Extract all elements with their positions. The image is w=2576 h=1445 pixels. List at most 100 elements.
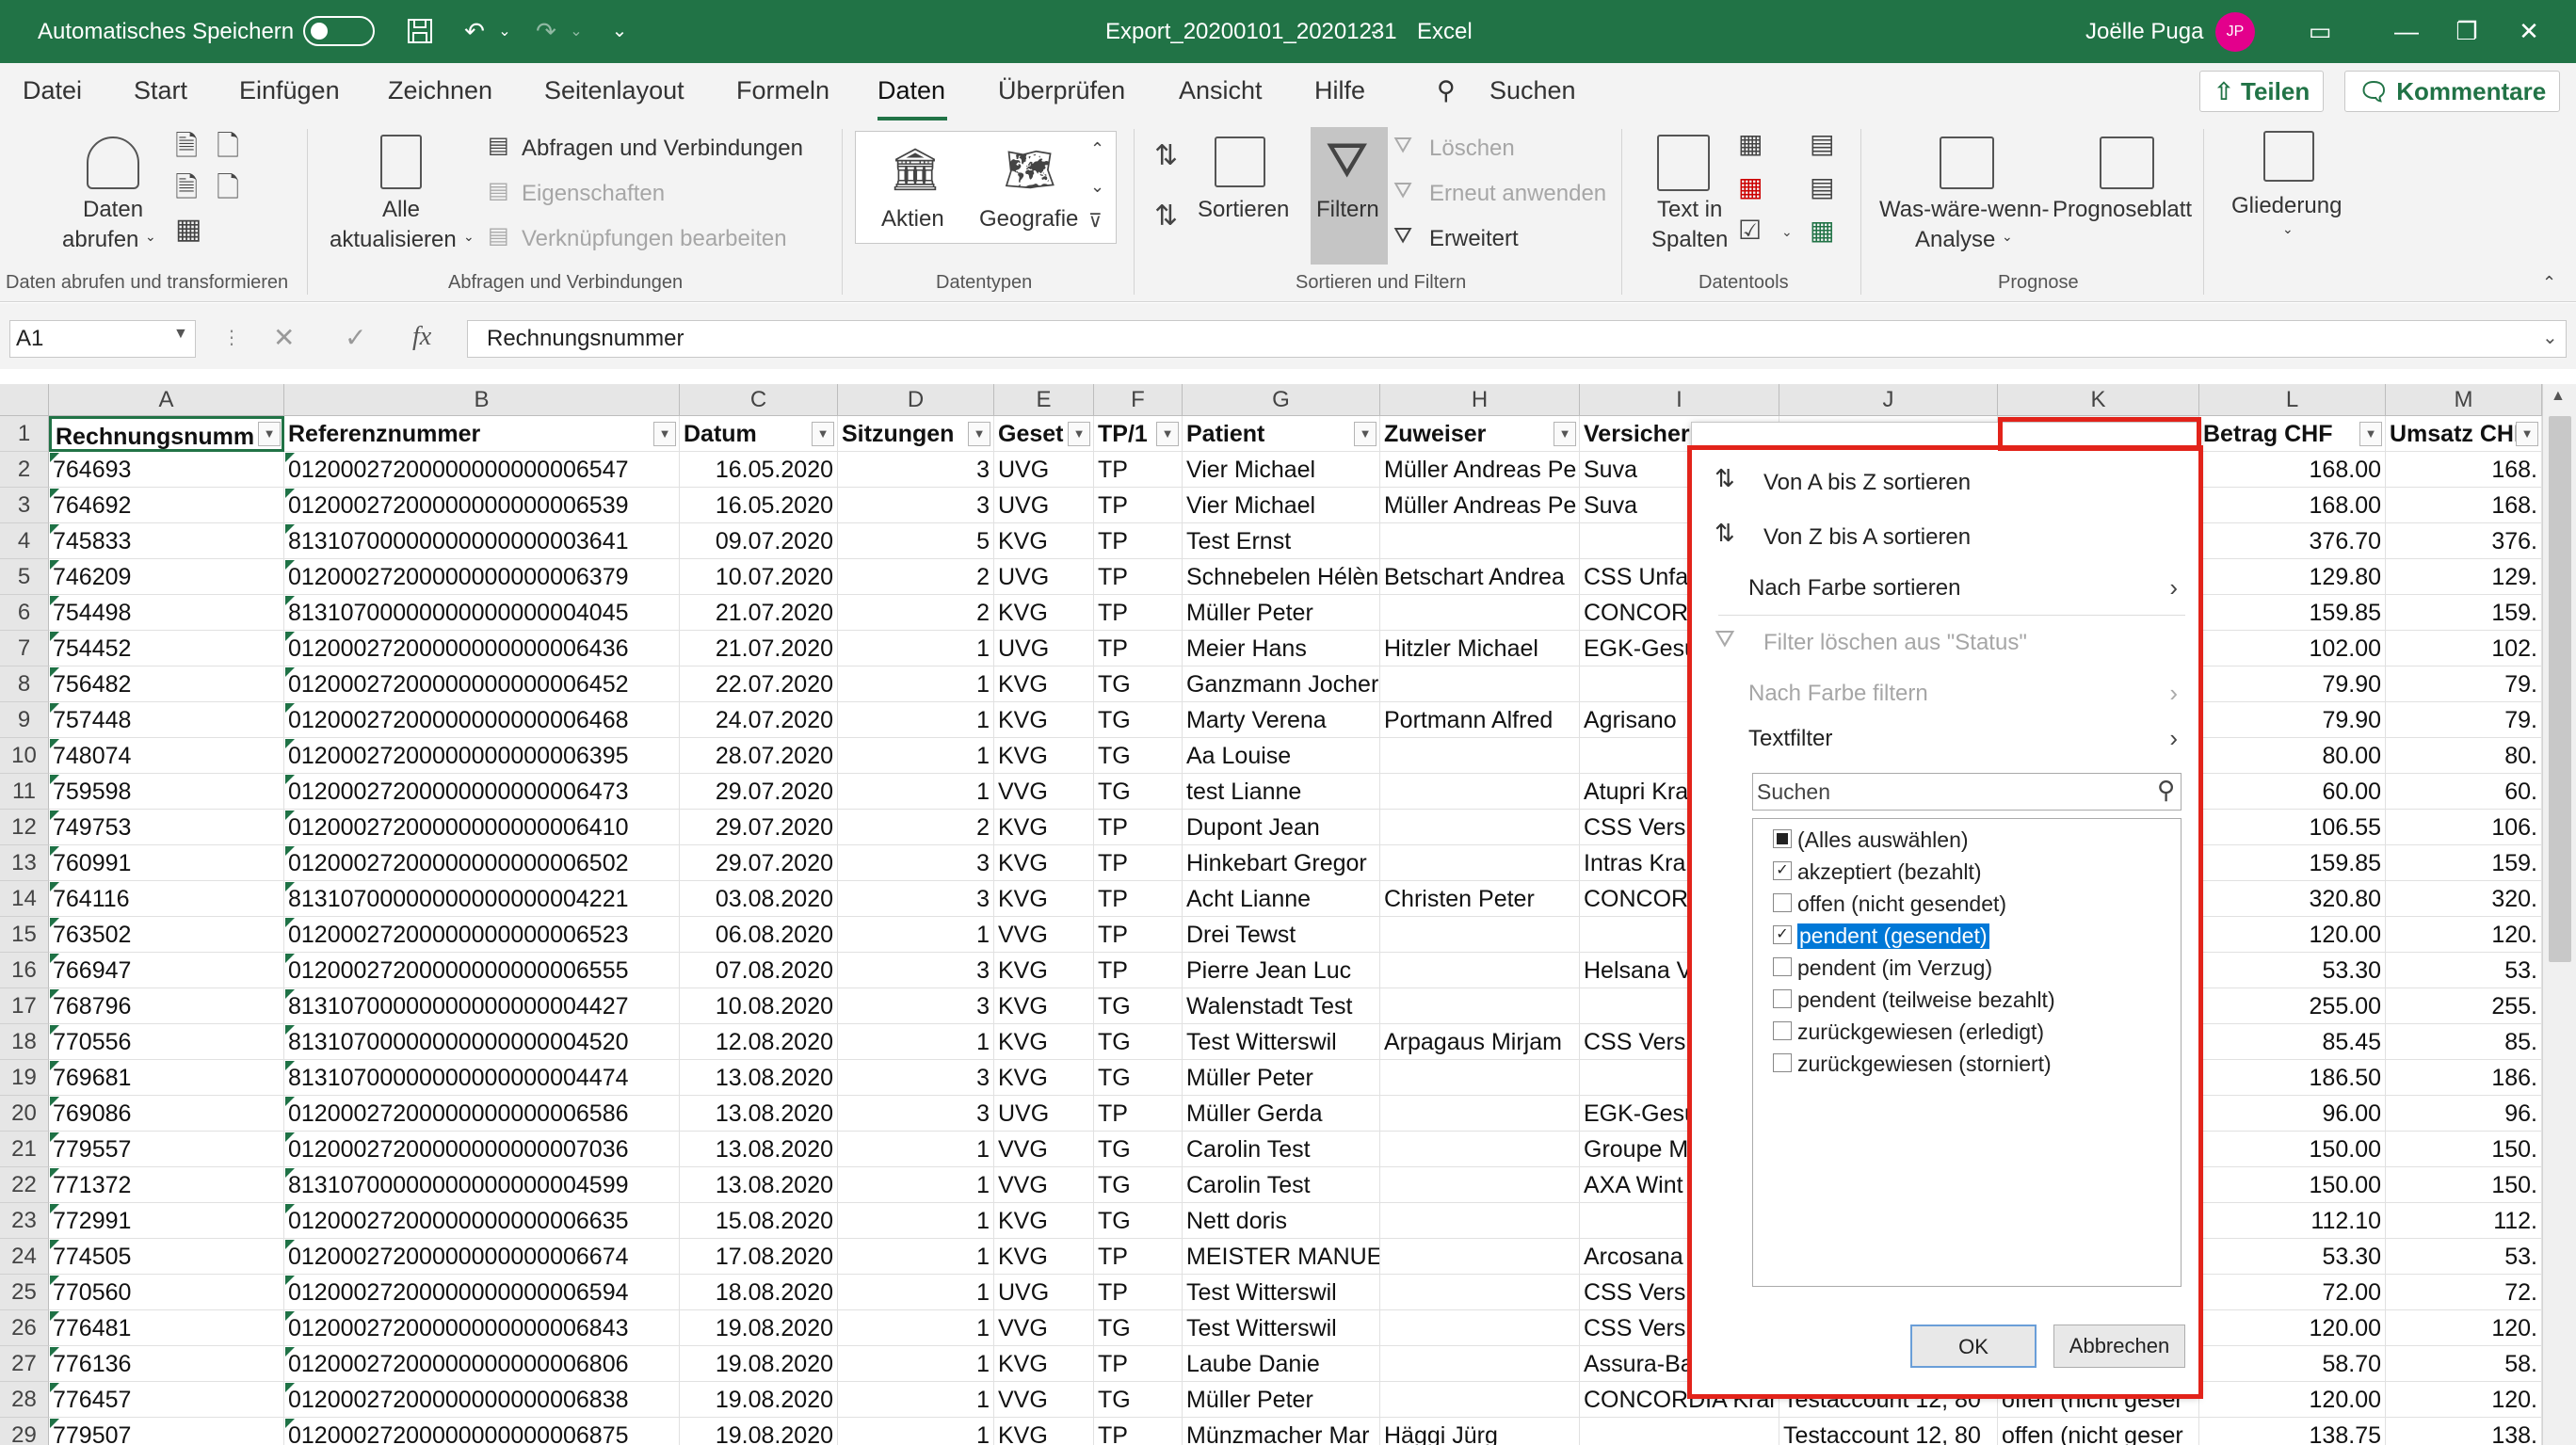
- table-cell[interactable]: 764692: [49, 488, 284, 523]
- table-cell[interactable]: Nett doris: [1183, 1203, 1380, 1239]
- table-cell[interactable]: 81310700000000000000003641: [284, 523, 680, 559]
- column-header-a[interactable]: A: [49, 384, 284, 416]
- table-cell[interactable]: 120.: [2386, 1382, 2542, 1418]
- table-cell[interactable]: 771372: [49, 1167, 284, 1203]
- what-if-label-2[interactable]: Analyse: [1915, 227, 1995, 253]
- table-cell[interactable]: 19.08.2020: [680, 1346, 838, 1382]
- table-cell[interactable]: 772991: [49, 1203, 284, 1239]
- table-cell[interactable]: 1: [838, 631, 994, 666]
- table-cell[interactable]: 776136: [49, 1346, 284, 1382]
- table-cell[interactable]: 80.: [2386, 738, 2542, 774]
- tab-ansicht[interactable]: Ansicht: [1179, 76, 1263, 105]
- table-cell[interactable]: Müller Andreas Pe: [1380, 452, 1580, 488]
- table-cell[interactable]: 1: [838, 1132, 994, 1167]
- table-cell[interactable]: [1380, 810, 1580, 845]
- row-header[interactable]: 9: [0, 702, 49, 738]
- table-cell[interactable]: 5: [838, 523, 994, 559]
- table-cell[interactable]: 01200027200000000000006635: [284, 1203, 680, 1239]
- from-table-icon[interactable]: 🗎: [175, 174, 198, 202]
- table-cell[interactable]: 1: [838, 1239, 994, 1275]
- scroll-up-icon[interactable]: ▲: [2551, 388, 2566, 405]
- table-cell[interactable]: 07.08.2020: [680, 953, 838, 988]
- row-header[interactable]: 5: [0, 559, 49, 595]
- table-cell[interactable]: 01200027200000000000006468: [284, 702, 680, 738]
- table-cell[interactable]: [1380, 523, 1580, 559]
- table-cell[interactable]: 79.: [2386, 702, 2542, 738]
- filter-option-checkbox[interactable]: ✓: [1773, 861, 1792, 880]
- table-cell[interactable]: 120.00: [2199, 1382, 2386, 1418]
- table-cell[interactable]: 764693: [49, 452, 284, 488]
- table-cell[interactable]: 01200027200000000000006875: [284, 1418, 680, 1445]
- row-header[interactable]: 29: [0, 1418, 49, 1445]
- table-cell[interactable]: 81310700000000000000004221: [284, 881, 680, 917]
- table-cell[interactable]: 102.00: [2199, 631, 2386, 666]
- table-cell[interactable]: [1380, 917, 1580, 953]
- table-cell[interactable]: KVG: [994, 1346, 1094, 1382]
- table-cell[interactable]: [1380, 666, 1580, 702]
- table-cell[interactable]: 29.07.2020: [680, 810, 838, 845]
- table-cell[interactable]: 756482: [49, 666, 284, 702]
- table-cell[interactable]: 16.05.2020: [680, 452, 838, 488]
- row-header[interactable]: 18: [0, 1024, 49, 1060]
- tab-formeln[interactable]: Formeln: [736, 76, 829, 105]
- refresh-label-1[interactable]: Alle: [382, 197, 420, 223]
- table-cell[interactable]: TG: [1094, 1024, 1183, 1060]
- header-cell[interactable]: Patient: [1183, 416, 1380, 452]
- table-cell[interactable]: 01200027200000000000006843: [284, 1310, 680, 1346]
- table-cell[interactable]: 16.05.2020: [680, 488, 838, 523]
- table-cell[interactable]: 01200027200000000000006436: [284, 631, 680, 666]
- search-icon[interactable]: ⚲: [1437, 76, 1456, 105]
- table-cell[interactable]: KVG: [994, 523, 1094, 559]
- table-cell[interactable]: UVG: [994, 631, 1094, 666]
- table-cell[interactable]: TP: [1094, 810, 1183, 845]
- table-cell[interactable]: KVG: [994, 738, 1094, 774]
- table-cell[interactable]: 17.08.2020: [680, 1239, 838, 1275]
- filter-option-checkbox[interactable]: [1773, 957, 1792, 976]
- table-cell[interactable]: 06.08.2020: [680, 917, 838, 953]
- table-cell[interactable]: Portmann Alfred: [1380, 702, 1580, 738]
- table-cell[interactable]: Carolin Test: [1183, 1167, 1380, 1203]
- table-cell[interactable]: 13.08.2020: [680, 1167, 838, 1203]
- table-cell[interactable]: TG: [1094, 702, 1183, 738]
- select-all-corner[interactable]: [0, 384, 49, 416]
- enter-icon[interactable]: ✓: [345, 322, 366, 353]
- what-if-label-1[interactable]: Was-wäre-wenn-: [1879, 197, 2049, 223]
- redo-icon[interactable]: ↷: [527, 0, 565, 63]
- table-cell[interactable]: 754498: [49, 595, 284, 631]
- table-cell[interactable]: 774505: [49, 1239, 284, 1275]
- table-cell[interactable]: Hitzler Michael: [1380, 631, 1580, 666]
- row-header[interactable]: 24: [0, 1239, 49, 1275]
- table-cell[interactable]: [1380, 1310, 1580, 1346]
- table-cell[interactable]: Müller Peter: [1183, 595, 1380, 631]
- filter-dropdown-button[interactable]: ▼: [258, 422, 281, 446]
- table-cell[interactable]: 3: [838, 881, 994, 917]
- name-box[interactable]: A1: [9, 320, 196, 358]
- table-cell[interactable]: 53.30: [2199, 1239, 2386, 1275]
- relationships-icon[interactable]: ▤: [1810, 174, 1834, 201]
- table-cell[interactable]: 770556: [49, 1024, 284, 1060]
- filter-dropdown-button[interactable]: ▼: [812, 422, 834, 446]
- table-cell[interactable]: 120.00: [2199, 917, 2386, 953]
- table-cell[interactable]: Münzmacher Mar: [1183, 1418, 1380, 1445]
- table-cell[interactable]: 1: [838, 917, 994, 953]
- table-cell[interactable]: 58.: [2386, 1346, 2542, 1382]
- table-cell[interactable]: [1380, 1346, 1580, 1382]
- insert-function-icon[interactable]: fx: [412, 322, 431, 352]
- table-cell[interactable]: TG: [1094, 666, 1183, 702]
- table-cell[interactable]: 255.00: [2199, 988, 2386, 1024]
- chevron-down-icon[interactable]: ⌄: [463, 229, 475, 245]
- header-cell[interactable]: Rechnungsnumm: [49, 416, 284, 452]
- table-cell[interactable]: 1: [838, 1382, 994, 1418]
- stocks-button[interactable]: Aktien: [881, 206, 944, 233]
- table-cell[interactable]: 80.00: [2199, 738, 2386, 774]
- table-cell[interactable]: 150.: [2386, 1167, 2542, 1203]
- recent-sources-icon[interactable]: 🗋: [217, 174, 239, 202]
- reapply-button[interactable]: Erneut anwenden: [1429, 181, 1606, 207]
- table-cell[interactable]: 150.00: [2199, 1167, 2386, 1203]
- table-cell[interactable]: 159.: [2386, 595, 2542, 631]
- table-cell[interactable]: 79.90: [2199, 666, 2386, 702]
- share-button[interactable]: ⇧ Teilen: [2199, 71, 2325, 112]
- table-cell[interactable]: 112.: [2386, 1203, 2542, 1239]
- table-cell[interactable]: 776457: [49, 1382, 284, 1418]
- sort-az-item[interactable]: Von A bis Z sortieren: [1763, 470, 1971, 496]
